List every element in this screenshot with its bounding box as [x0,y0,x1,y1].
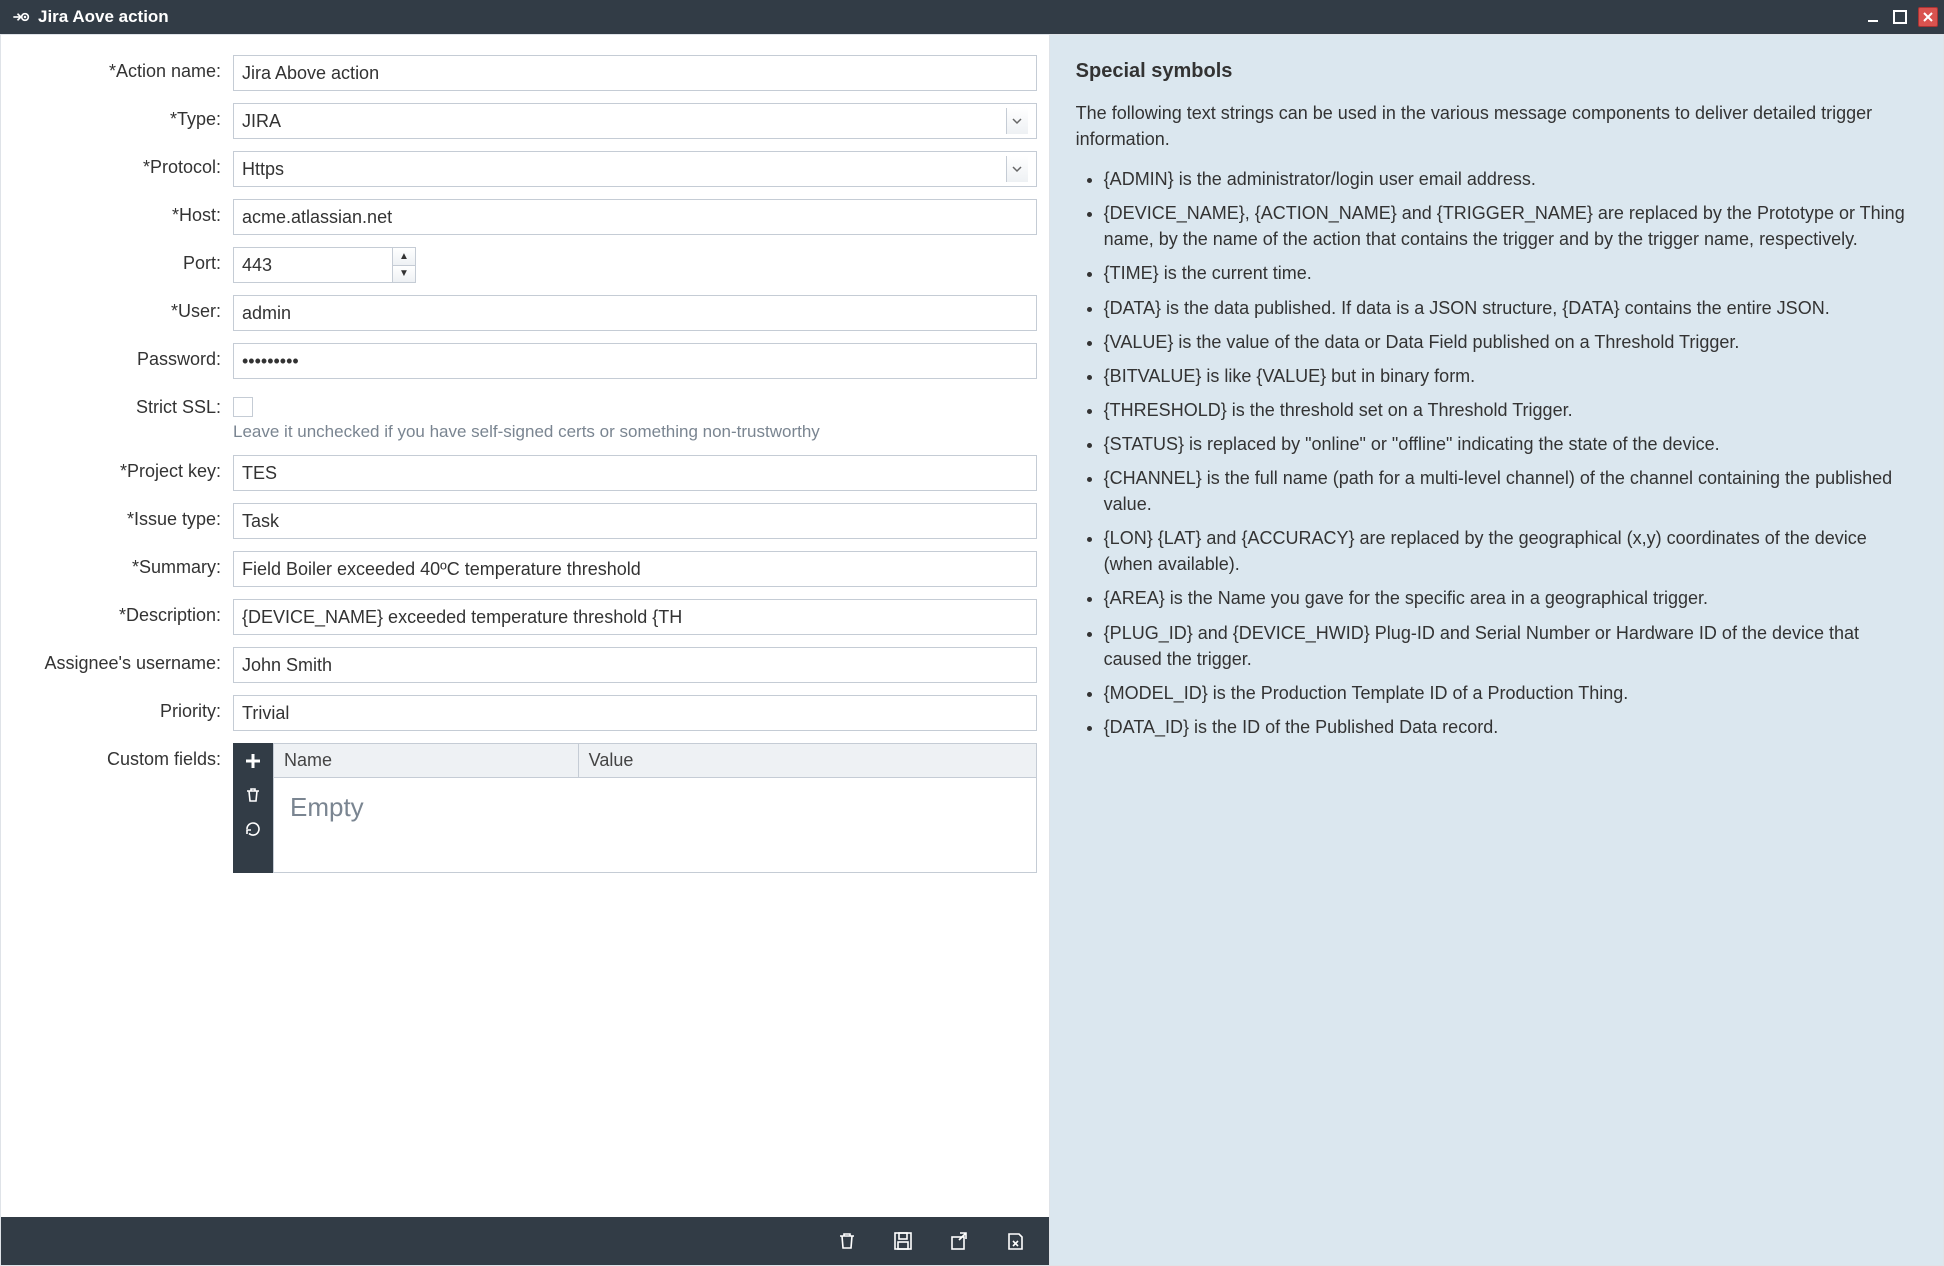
help-item: {THRESHOLD} is the threshold set on a Th… [1104,397,1917,423]
port-label: Port: [13,247,233,274]
user-label: *User: [13,295,233,322]
delete-row-button[interactable] [239,783,267,807]
project-key-input[interactable] [233,455,1037,491]
strict-ssl-label: Strict SSL: [13,391,233,418]
protocol-label: *Protocol: [13,151,233,178]
help-item: {TIME} is the current time. [1104,260,1917,286]
help-item: {BITVALUE} is like {VALUE} but in binary… [1104,363,1917,389]
strict-ssl-hint: Leave it unchecked if you have self-sign… [233,421,1037,443]
protocol-value: Https [242,159,1006,180]
type-select[interactable]: JIRA [233,103,1037,139]
titlebar: Jira Aove action [0,0,1944,34]
save-button[interactable] [889,1227,917,1255]
help-item: {DATA} is the data published. If data is… [1104,295,1917,321]
window-title: Jira Aove action [38,7,1866,27]
help-item: {PLUG_ID} and {DEVICE_HWID} Plug-ID and … [1104,620,1917,672]
help-item: {VALUE} is the value of the data or Data… [1104,329,1917,355]
chevron-down-icon[interactable] [1006,156,1028,182]
strict-ssl-checkbox[interactable] [233,397,253,417]
help-item: {DATA_ID} is the ID of the Published Dat… [1104,714,1917,740]
host-label: *Host: [13,199,233,226]
custom-fields-label: Custom fields: [13,743,233,770]
summary-label: *Summary: [13,551,233,578]
description-input[interactable] [233,599,1037,635]
protocol-select[interactable]: Https [233,151,1037,187]
col-name-header: Name [274,744,579,777]
user-input[interactable] [233,295,1037,331]
custom-fields-table: Name Value Empty [273,743,1037,873]
help-item: {ADMIN} is the administrator/login user … [1104,166,1917,192]
help-item: {DEVICE_NAME}, {ACTION_NAME} and {TRIGGE… [1104,200,1917,252]
port-step-down[interactable]: ▼ [393,266,415,283]
description-label: *Description: [13,599,233,626]
help-pane: Special symbols The following text strin… [1050,35,1943,1265]
form-pane: *Action name: *Type: JIRA *Protocol: [1,35,1050,1265]
action-name-label: *Action name: [13,55,233,82]
help-item: {MODEL_ID} is the Production Template ID… [1104,680,1917,706]
delete-button[interactable] [833,1227,861,1255]
summary-input[interactable] [233,551,1037,587]
help-item: {STATUS} is replaced by "online" or "off… [1104,431,1917,457]
host-input[interactable] [233,199,1037,235]
assignee-label: Assignee's username: [13,647,233,674]
issue-type-input[interactable] [233,503,1037,539]
password-label: Password: [13,343,233,370]
col-value-header: Value [579,744,1036,777]
maximize-button[interactable] [1892,9,1908,25]
help-item: {AREA} is the Name you gave for the spec… [1104,585,1917,611]
help-item: {CHANNEL} is the full name (path for a m… [1104,465,1917,517]
chevron-down-icon[interactable] [1006,108,1028,134]
bottom-toolbar [1,1217,1049,1265]
add-row-button[interactable] [239,749,267,773]
refresh-button[interactable] [239,817,267,841]
action-name-input[interactable] [233,55,1037,91]
priority-input[interactable] [233,695,1037,731]
password-input[interactable] [233,343,1037,379]
help-heading: Special symbols [1076,57,1917,86]
help-intro: The following text strings can be used i… [1076,100,1917,152]
port-step-up[interactable]: ▲ [393,248,415,266]
custom-fields-empty: Empty [274,778,1036,872]
gear-arrow-icon [10,7,30,27]
export-button[interactable] [945,1227,973,1255]
port-input[interactable] [233,247,393,283]
priority-label: Priority: [13,695,233,722]
project-key-label: *Project key: [13,455,233,482]
help-item: {LON} {LAT} and {ACCURACY} are replaced … [1104,525,1917,577]
type-value: JIRA [242,111,1006,132]
assignee-input[interactable] [233,647,1037,683]
issue-type-label: *Issue type: [13,503,233,530]
discard-button[interactable] [1001,1227,1029,1255]
custom-fields-toolbar [233,743,273,873]
close-button[interactable] [1918,7,1938,27]
help-list: {ADMIN} is the administrator/login user … [1076,166,1917,740]
minimize-button[interactable] [1866,9,1882,25]
type-label: *Type: [13,103,233,130]
